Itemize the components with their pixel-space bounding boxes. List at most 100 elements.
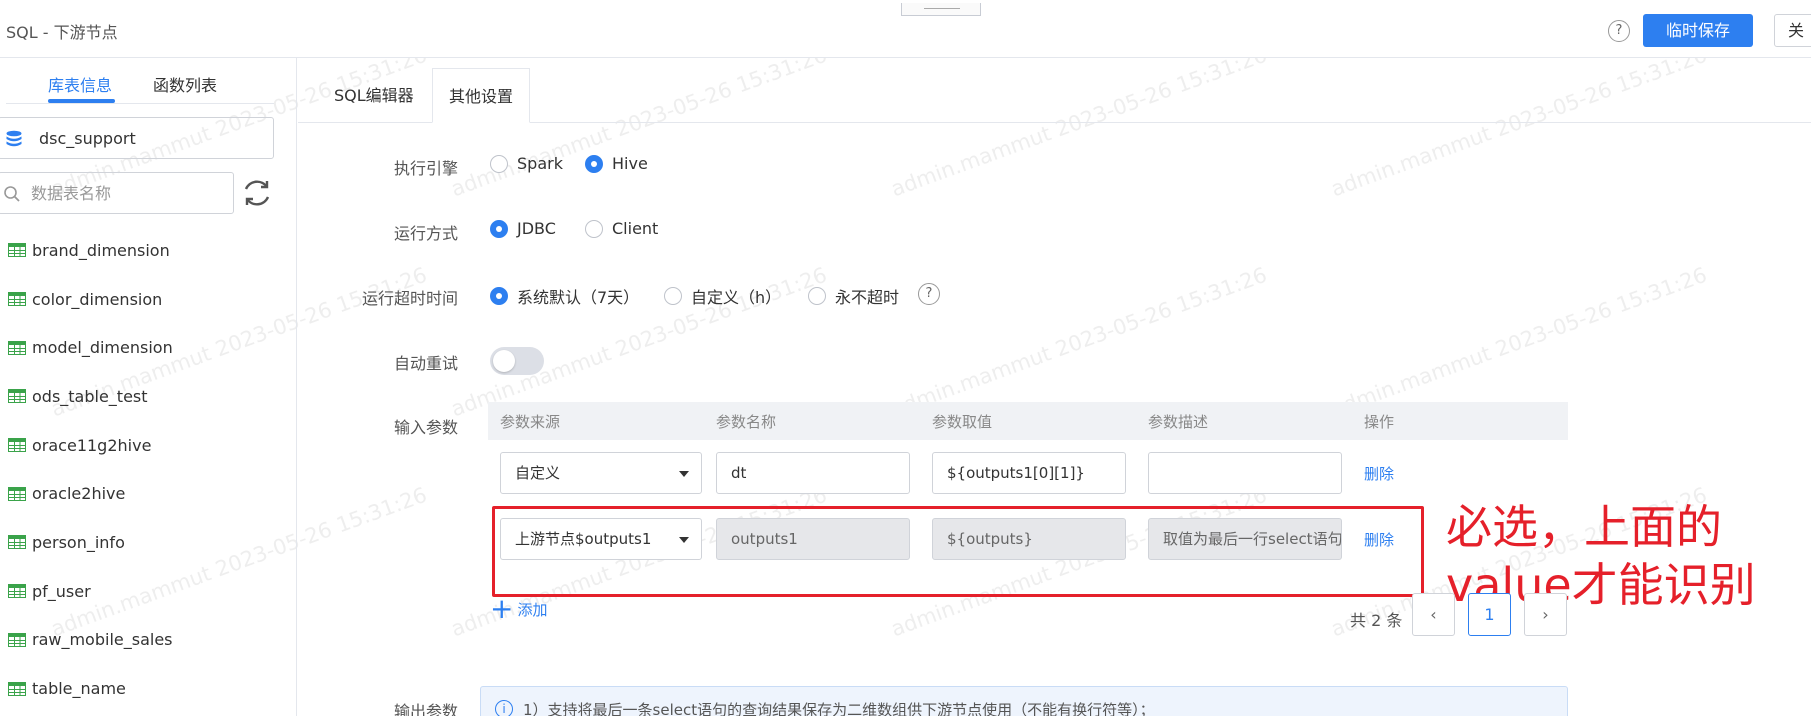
table-list-item[interactable]: person_info: [0, 518, 290, 567]
toggle-knob: [493, 350, 515, 372]
table-list-item[interactable]: orace11g2hive: [0, 421, 290, 470]
database-icon: [6, 130, 22, 147]
table-icon: [8, 340, 26, 355]
plus-icon: +: [490, 592, 514, 625]
table-list-item[interactable]: color_dimension: [0, 275, 290, 324]
table-icon: [8, 535, 26, 550]
param-source-select[interactable]: 自定义: [500, 452, 702, 494]
info-icon: i: [495, 700, 513, 716]
sidebar: 库表信息 函数列表 dsc_support brand_dimensi: [0, 58, 297, 716]
table-list-item[interactable]: pf_user: [0, 567, 290, 616]
engine-label: 执行引擎: [393, 159, 458, 178]
table-list-item[interactable]: model_dimension: [0, 323, 290, 372]
param-desc-input[interactable]: [1148, 452, 1342, 494]
table-icon: [8, 389, 26, 404]
engine-hive-radio[interactable]: Hive: [585, 154, 648, 173]
table-icon: [8, 292, 26, 307]
radio-circle: [585, 219, 603, 238]
main-panel: SQL编辑器 其他设置 执行引擎 Spark Hive 运行方式 JDBC Cl…: [298, 58, 1811, 716]
run-mode-jdbc-radio[interactable]: JDBC: [490, 219, 556, 238]
radio-circle: [585, 154, 603, 173]
table-icon: [8, 486, 26, 501]
active-tab-indicator: [48, 99, 115, 103]
col-action: 操作: [1364, 413, 1395, 431]
table-list-item[interactable]: table_name: [0, 664, 290, 713]
next-page-button[interactable]: ›: [1524, 593, 1567, 636]
table-name: ods_table_test: [32, 386, 148, 406]
col-source: 参数来源: [500, 413, 561, 431]
temp-save-button[interactable]: 临时保存: [1643, 14, 1753, 47]
radio-label: Client: [612, 219, 659, 238]
param-value-input[interactable]: ${outputs1[0][1]}: [932, 452, 1126, 494]
timeout-never-radio[interactable]: 永不超时: [808, 284, 899, 308]
table-name: orace11g2hive: [32, 435, 152, 455]
timeout-default-radio[interactable]: 系统默认（7天）: [490, 284, 639, 308]
run-mode-label: 运行方式: [393, 224, 458, 243]
table-icon: [8, 243, 26, 258]
tab-other-settings[interactable]: 其他设置: [432, 68, 531, 123]
table-icon: [8, 632, 26, 647]
col-desc: 参数描述: [1148, 413, 1209, 431]
database-select[interactable]: dsc_support: [0, 117, 274, 159]
help-icon[interactable]: ?: [1608, 20, 1630, 42]
param-name-input[interactable]: dt: [716, 452, 910, 494]
auto-retry-label: 自动重试: [393, 354, 458, 373]
header: SQL - 下游节点 ? 临时保存 关: [0, 0, 1811, 58]
radio-circle: [664, 287, 682, 305]
tab-divider: [6, 103, 274, 104]
table-name: brand_dimension: [32, 240, 170, 260]
table-name: table_name: [32, 679, 126, 699]
timeout-label: 运行超时时间: [361, 289, 458, 308]
table-icon: [8, 438, 26, 453]
timeout-custom-radio[interactable]: 自定义（h）: [664, 284, 781, 308]
table-list-item[interactable]: brand_dimension: [0, 226, 290, 275]
table-list-item[interactable]: oracle2hive: [0, 469, 290, 518]
refresh-icon[interactable]: [240, 176, 274, 210]
col-name: 参数名称: [716, 413, 777, 431]
radio-circle: [490, 219, 508, 238]
add-param-button[interactable]: + 添加: [490, 595, 547, 623]
auto-retry-toggle[interactable]: [490, 347, 544, 375]
table-icon: [8, 681, 26, 696]
database-name: dsc_support: [39, 129, 136, 148]
radio-label: 永不超时: [835, 288, 900, 307]
tab-sql-editor[interactable]: SQL编辑器: [334, 68, 414, 123]
page-title: SQL - 下游节点: [6, 23, 118, 42]
table-list: brand_dimension color_dimension model_dime…: [0, 226, 290, 713]
radio-label: Hive: [612, 154, 648, 173]
tab-function-list[interactable]: 函数列表: [153, 72, 217, 96]
output-params-label: 输出参数: [393, 702, 458, 716]
radio-circle: [490, 154, 508, 173]
table-list-item[interactable]: raw_mobile_sales: [0, 616, 290, 665]
table-name: person_info: [32, 532, 125, 552]
tab-table-info[interactable]: 库表信息: [48, 72, 112, 96]
annotation-line: 必选，上面的: [1446, 500, 1722, 554]
radio-circle: [490, 287, 508, 305]
help-icon[interactable]: ?: [918, 283, 940, 305]
output-info-alert: i 1）支持将最后一条select语句的查询结果保存为二维数组供下游节点使用（不…: [480, 686, 1568, 716]
table-search-input[interactable]: [31, 181, 226, 205]
search-icon: [4, 186, 20, 202]
table-list-item[interactable]: ods_table_test: [0, 372, 290, 421]
param-table-header: 参数来源 参数名称 参数取值 参数描述 操作: [488, 402, 1568, 440]
add-label: 添加: [517, 600, 548, 619]
page-1-button[interactable]: 1: [1468, 593, 1511, 636]
info-text: 1）支持将最后一条select语句的查询结果保存为二维数组供下游节点使用（不能有…: [523, 701, 1155, 716]
select-value: 自定义: [515, 464, 561, 482]
table-name: color_dimension: [32, 289, 163, 309]
radio-circle: [808, 287, 826, 305]
run-mode-client-radio[interactable]: Client: [585, 219, 658, 238]
radio-label: Spark: [517, 154, 563, 173]
table-search[interactable]: [0, 172, 234, 214]
delete-row-link[interactable]: 删除: [1364, 463, 1394, 484]
table-name: oracle2hive: [32, 484, 126, 504]
input-params-label: 输入参数: [393, 418, 458, 437]
drag-handle[interactable]: [901, 3, 981, 16]
radio-label: 系统默认（7天）: [517, 288, 640, 307]
annotation-highlight-box: [492, 506, 1424, 597]
engine-spark-radio[interactable]: Spark: [490, 154, 563, 173]
col-value: 参数取值: [932, 413, 993, 431]
table-name: raw_mobile_sales: [32, 630, 173, 650]
close-button[interactable]: 关: [1774, 14, 1811, 47]
prev-page-button[interactable]: ‹: [1412, 593, 1455, 636]
